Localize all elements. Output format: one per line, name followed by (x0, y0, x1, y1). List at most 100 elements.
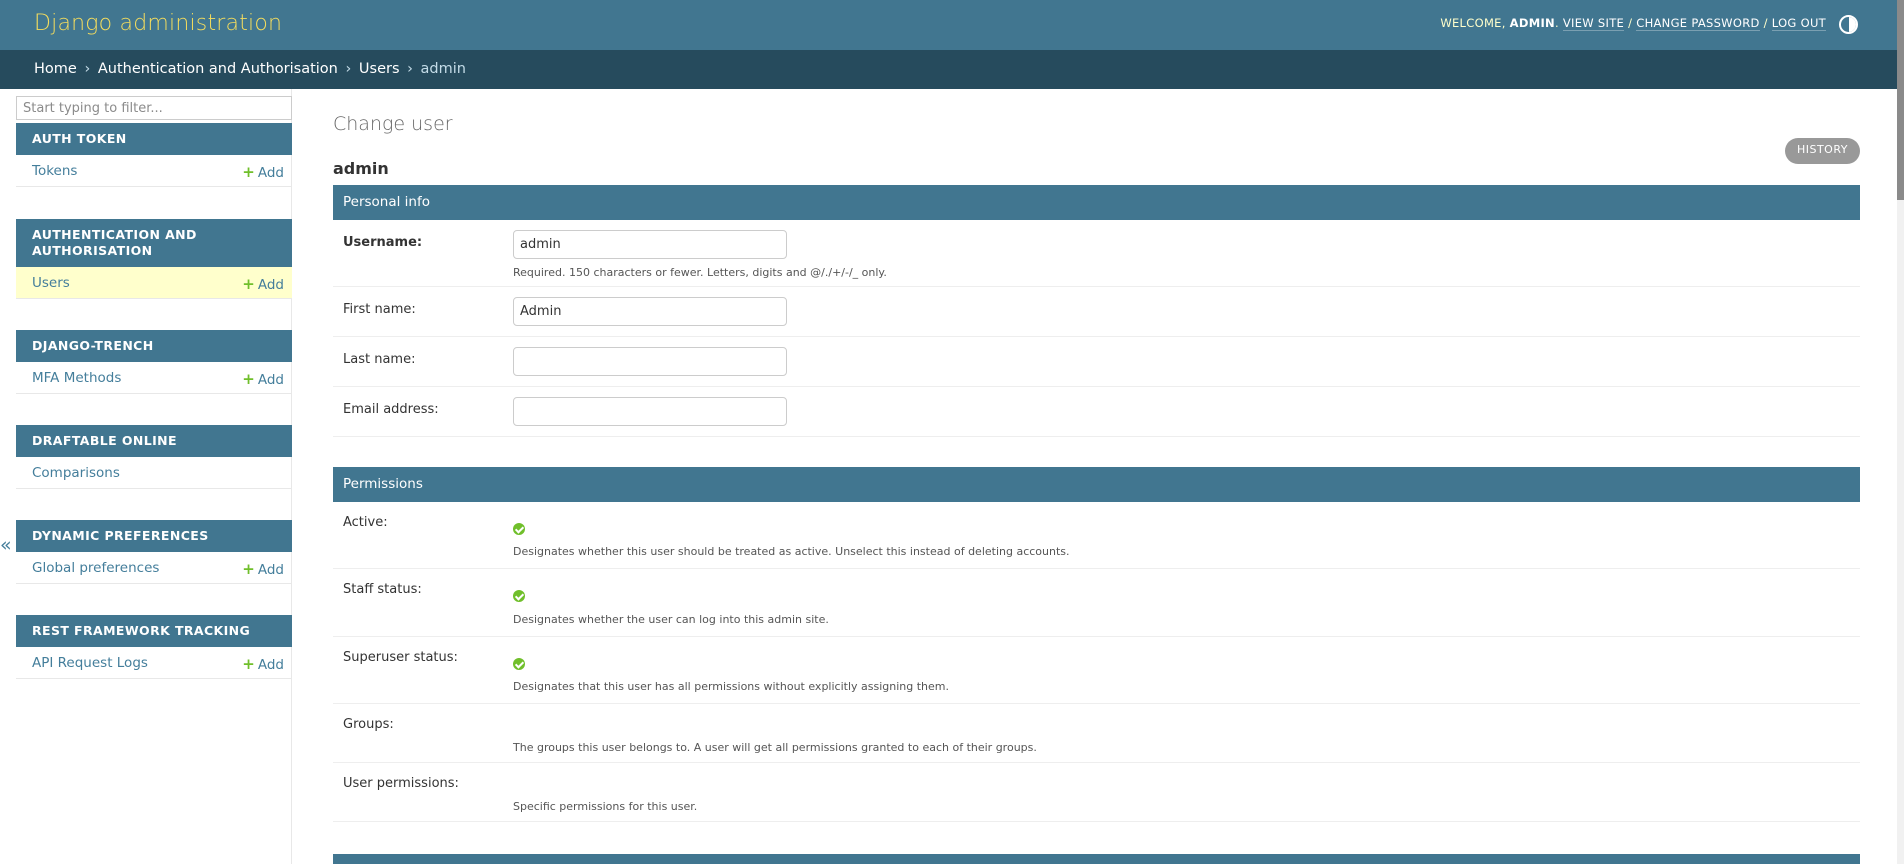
page-scrollbar[interactable] (1897, 0, 1904, 864)
plus-icon: + (242, 370, 255, 388)
add-tokens-link[interactable]: + Add (242, 163, 284, 181)
sidebar-item-api-request-logs: API Request Logs + Add (16, 647, 292, 679)
groups-help: The groups this user belongs to. A user … (513, 741, 1037, 754)
first-name-input[interactable] (513, 297, 787, 326)
form-row-superuser-status: Superuser status: Designates that this u… (333, 637, 1860, 704)
sidebar-item-label[interactable]: MFA Methods (32, 370, 121, 386)
check-icon[interactable] (513, 658, 525, 670)
groups-label: Groups: (343, 717, 394, 732)
form-row-email: Email address: (333, 387, 1860, 437)
module-authentication: AUTHENTICATION AND AUTHORISATION Users +… (16, 219, 292, 299)
active-label: Active: (343, 515, 388, 530)
sidebar-item-global-preferences: Global preferences + Add (16, 552, 292, 584)
form-row-username: Username: Required. 150 characters or fe… (333, 220, 1860, 287)
superuser-status-help: Designates that this user has all permis… (513, 680, 949, 693)
sidebar-item-mfa-methods: MFA Methods + Add (16, 362, 292, 394)
email-input[interactable] (513, 397, 787, 426)
sidebar-item-comparisons: Comparisons (16, 457, 292, 489)
sidebar-item-label[interactable]: Tokens (32, 163, 77, 179)
module-draftable-online: DRAFTABLE ONLINE Comparisons (16, 425, 292, 489)
user-tools-separator: / (1628, 16, 1633, 30)
change-password-link[interactable]: CHANGE PASSWORD (1636, 16, 1760, 31)
staff-status-help: Designates whether the user can log into… (513, 613, 829, 626)
user-permissions-help: Specific permissions for this user. (513, 800, 698, 813)
welcome-text: WELCOME, (1440, 16, 1506, 30)
sidebar-item-label[interactable]: Users (32, 275, 70, 291)
breadcrumb-current: admin (420, 61, 466, 77)
sidebar-item-tokens: Tokens + Add (16, 155, 292, 187)
user-tools: WELCOME, ADMIN. VIEW SITE / CHANGE PASSW… (1440, 16, 1826, 31)
toggle-nav-sidebar-button[interactable]: « (0, 534, 14, 556)
module-caption[interactable]: AUTHENTICATION AND AUTHORISATION (16, 219, 292, 267)
add-mfa-methods-link[interactable]: + Add (242, 370, 284, 388)
log-out-link[interactable]: LOG OUT (1771, 16, 1826, 31)
header: Django administration WELCOME, ADMIN. VI… (0, 0, 1904, 50)
module-caption[interactable]: DJANGO-TRENCH (16, 330, 292, 362)
nav-filter-input[interactable] (16, 96, 292, 120)
last-name-label: Last name: (343, 352, 416, 367)
form-row-last-name: Last name: (333, 337, 1860, 387)
email-label: Email address: (343, 402, 439, 417)
add-label: Add (257, 277, 284, 293)
view-site-link[interactable]: VIEW SITE (1562, 16, 1625, 31)
active-help: Designates whether this user should be t… (513, 545, 1070, 558)
breadcrumb-model[interactable]: Users (359, 61, 400, 77)
add-label: Add (257, 562, 284, 578)
add-global-preferences-link[interactable]: + Add (242, 560, 284, 578)
main-content: Change user admin HISTORY Personal info … (333, 89, 1860, 864)
breadcrumb: Home › Authentication and Authorisation … (0, 50, 1904, 89)
user-tools-separator: / (1763, 16, 1768, 30)
sidebar-item-users: Users + Add (16, 267, 292, 299)
breadcrumb-separator: › (84, 61, 91, 77)
add-api-request-logs-link[interactable]: + Add (242, 655, 284, 673)
breadcrumb-home[interactable]: Home (34, 61, 77, 77)
form-row-first-name: First name: (333, 287, 1860, 337)
check-icon[interactable] (513, 590, 525, 602)
add-users-link[interactable]: + Add (242, 275, 284, 293)
username-help: Required. 150 characters or fewer. Lette… (513, 266, 887, 279)
welcome-username: ADMIN (1509, 16, 1555, 30)
sidebar-item-label[interactable]: API Request Logs (32, 655, 148, 671)
last-name-input[interactable] (513, 347, 787, 376)
username-input[interactable] (513, 230, 787, 259)
module-rest-framework-tracking: REST FRAMEWORK TRACKING API Request Logs… (16, 615, 292, 679)
history-button[interactable]: HISTORY (1784, 138, 1860, 164)
add-label: Add (257, 165, 284, 181)
breadcrumb-separator: › (407, 61, 413, 77)
plus-icon: + (242, 655, 255, 673)
theme-toggle-half (1848, 17, 1856, 32)
form-row-user-permissions: User permissions: Specific permissions f… (333, 763, 1860, 822)
nav-sidebar: AUTH TOKEN Tokens +Add AUTHENTICATION AN… (16, 89, 292, 864)
check-icon[interactable] (513, 523, 525, 535)
module-django-trench: DJANGO-TRENCH MFA Methods + Add (16, 330, 292, 394)
site-brand-link[interactable]: Django administration (34, 11, 282, 36)
superuser-status-label: Superuser status: (343, 650, 458, 665)
module-caption[interactable]: DYNAMIC PREFERENCES (16, 520, 292, 552)
object-name: admin (333, 159, 389, 178)
fieldset-permissions-caption: Permissions (333, 467, 1860, 502)
scrollbar-thumb[interactable] (1897, 0, 1904, 200)
theme-toggle-icon[interactable] (1839, 15, 1858, 34)
plus-icon: + (242, 163, 255, 181)
sidebar-item-label[interactable]: Comparisons (32, 465, 120, 481)
sidebar-item-label[interactable]: Global preferences (32, 560, 159, 576)
plus-icon: + (242, 275, 255, 293)
staff-status-label: Staff status: (343, 582, 422, 597)
add-label: Add (257, 657, 284, 673)
module-dynamic-preferences: DYNAMIC PREFERENCES Global preferences +… (16, 520, 292, 584)
add-label: Add (257, 372, 284, 388)
module-caption[interactable]: DRAFTABLE ONLINE (16, 425, 292, 457)
username-label: Username: (343, 235, 423, 250)
user-permissions-label: User permissions: (343, 776, 459, 791)
breadcrumb-separator: › (345, 61, 352, 77)
module-auth-token: AUTH TOKEN Tokens + Add (16, 123, 292, 187)
fieldset-personal-info-caption: Personal info (333, 185, 1860, 220)
module-caption[interactable]: AUTH TOKEN (16, 123, 292, 155)
breadcrumb-app[interactable]: Authentication and Authorisation (98, 61, 338, 77)
module-caption[interactable]: REST FRAMEWORK TRACKING (16, 615, 292, 647)
fieldset-next-caption (333, 854, 1860, 864)
page-title: Change user (333, 113, 453, 135)
form-row-active: Active: Designates whether this user sho… (333, 502, 1860, 569)
form-row-groups: Groups: The groups this user belongs to.… (333, 704, 1860, 763)
form-row-staff-status: Staff status: Designates whether the use… (333, 569, 1860, 637)
